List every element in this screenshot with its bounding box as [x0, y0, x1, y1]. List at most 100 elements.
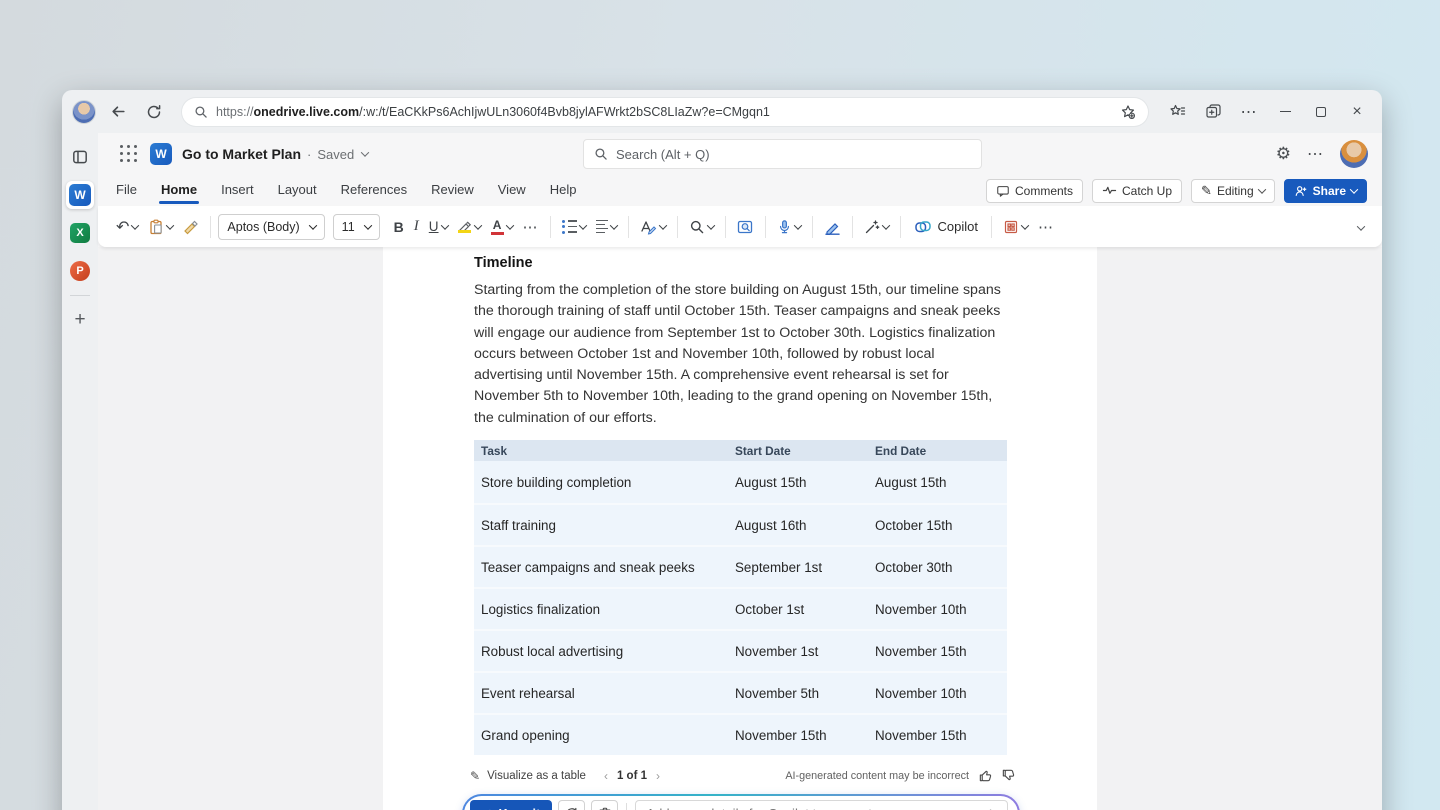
table-cell: October 1st [735, 601, 805, 617]
copilot-label: Copilot [937, 219, 978, 234]
address-bar[interactable]: https://onedrive.live.com/:w:/t/EaCKkPs6… [182, 97, 1148, 126]
menu-insert[interactable]: Insert [221, 182, 254, 200]
font-color-button[interactable]: A [487, 213, 517, 241]
table-cell: November 10th [875, 601, 967, 617]
table-cell: November 15th [875, 643, 967, 659]
copilot-icon [914, 220, 931, 232]
bullet-list-icon [561, 219, 577, 234]
close-icon[interactable]: × [1342, 98, 1372, 126]
next-result-icon[interactable]: › [656, 769, 660, 783]
document-name: Go to Market Plan [182, 146, 302, 162]
document-canvas: Timeline Starting from the completion of… [98, 247, 1382, 810]
favorites-icon[interactable] [1162, 98, 1192, 126]
regenerate-button[interactable] [558, 800, 586, 810]
menu-file[interactable]: File [116, 182, 137, 200]
ribbon-toolbar: ↶ Aptos (Body) 11 B I U A ⋯ Copilot ⋯ [98, 206, 1382, 247]
table-row: Logistics finalization October 1st Novembe… [474, 587, 1007, 630]
thumbs-up-icon[interactable] [978, 768, 993, 783]
copilot-prompt-field[interactable] [635, 800, 1008, 810]
bullets-button[interactable] [558, 213, 590, 241]
undo-button[interactable]: ↶ [112, 213, 142, 241]
header-more-icon[interactable]: ⋯ [1307, 144, 1324, 164]
catch-up-button[interactable]: Catch Up [1092, 178, 1183, 203]
visualize-label: Visualize as a table [487, 769, 586, 782]
edge-sidebar: W X P + [62, 133, 98, 810]
browser-profile-avatar[interactable] [72, 99, 96, 124]
add-app-icon[interactable]: + [66, 306, 94, 334]
timeline-table[interactable]: Task Start Date End Date Store building … [474, 440, 1007, 756]
account-avatar[interactable] [1340, 140, 1368, 168]
keep-it-button[interactable]: ✓ Keep it [470, 800, 553, 810]
find-button[interactable] [685, 213, 718, 241]
menu-references[interactable]: References [341, 182, 407, 200]
font-size-select[interactable]: 11 [332, 213, 380, 240]
dictate-button[interactable] [773, 213, 805, 241]
table-row: Teaser campaigns and sneak peeks Septembe… [474, 545, 1007, 588]
title-separator: · [307, 146, 312, 162]
copilot-prompt-input[interactable] [646, 806, 975, 810]
collapse-ribbon-icon[interactable] [1356, 218, 1370, 236]
menu-home[interactable]: Home [158, 182, 200, 204]
underline-button[interactable]: U [425, 213, 452, 241]
magic-wand-icon [865, 219, 879, 233]
styles-button[interactable] [636, 213, 670, 241]
back-icon[interactable] [104, 98, 132, 126]
highlight-button[interactable] [454, 213, 485, 241]
maximize-icon[interactable] [1306, 98, 1336, 126]
menu-help[interactable]: Help [550, 182, 577, 200]
word-logo[interactable]: W [150, 143, 172, 165]
search-input[interactable] [616, 146, 971, 162]
table-cell: August 15th [875, 474, 947, 490]
sidebar-item-excel[interactable]: X [66, 219, 94, 247]
share-button[interactable]: Share [1283, 178, 1367, 203]
search-document-button[interactable] [733, 213, 758, 241]
column-header: Task [481, 443, 508, 458]
table-cell: November 5th [735, 685, 820, 701]
comment-icon [997, 185, 1009, 197]
sidebar-item-powerpoint[interactable]: P [66, 257, 94, 285]
browser-window: https://onedrive.live.com/:w:/t/EaCKkPs6… [62, 90, 1382, 810]
collections-icon[interactable] [1198, 98, 1228, 126]
bold-button[interactable]: B [390, 213, 408, 241]
microphone-icon [779, 219, 789, 233]
comments-button[interactable]: Comments [985, 178, 1083, 203]
more-font-options-button[interactable]: ⋯ [519, 213, 543, 241]
result-pagination: 1 of 1 [616, 769, 647, 782]
column-header: Start Date [735, 443, 791, 458]
table-cell: Robust local advertising [481, 643, 624, 659]
editing-label: Editing [1216, 183, 1254, 198]
format-painter-button[interactable] [179, 213, 203, 241]
table-cell: November 15th [875, 727, 967, 743]
copilot-button[interactable]: Copilot [908, 218, 984, 236]
pulse-icon [1102, 186, 1117, 194]
paste-button[interactable] [144, 213, 177, 241]
document-page[interactable]: Timeline Starting from the completion of… [383, 247, 1097, 810]
add-favorite-icon[interactable] [1120, 104, 1136, 120]
powerpoint-app-icon: P [70, 261, 90, 281]
send-icon[interactable] [981, 806, 997, 810]
document-title[interactable]: Go to Market Plan · Saved [182, 146, 370, 162]
minimize-icon[interactable] [1270, 98, 1300, 126]
tab-panel-icon[interactable] [66, 143, 94, 171]
font-name-select[interactable]: Aptos (Body) [218, 213, 325, 240]
sensitivity-grid-button[interactable] [999, 213, 1032, 241]
menu-view[interactable]: View [498, 182, 526, 200]
refresh-icon[interactable] [140, 98, 168, 126]
menu-layout[interactable]: Layout [278, 182, 317, 200]
sidebar-item-word[interactable]: W [66, 181, 94, 209]
alignment-button[interactable] [592, 213, 621, 241]
previous-result-icon[interactable]: ‹ [604, 769, 608, 783]
editing-mode-button[interactable]: ✎ Editing [1191, 178, 1275, 203]
discard-button[interactable] [591, 800, 619, 810]
settings-gear-icon[interactable]: ⚙ [1276, 144, 1291, 164]
menu-review[interactable]: Review [431, 182, 474, 200]
visualize-as-table-button[interactable]: ✎ Visualize as a table [470, 769, 586, 783]
ribbon-more-button[interactable]: ⋯ [1034, 213, 1058, 241]
search-box[interactable] [583, 139, 982, 169]
thumbs-down-icon[interactable] [1001, 768, 1016, 783]
browser-menu-icon[interactable]: ⋯ [1234, 98, 1264, 126]
auto-rewrite-button[interactable] [860, 213, 893, 241]
italic-button[interactable]: I [410, 213, 423, 241]
app-launcher-icon[interactable] [120, 145, 138, 163]
editor-button[interactable] [820, 213, 845, 241]
